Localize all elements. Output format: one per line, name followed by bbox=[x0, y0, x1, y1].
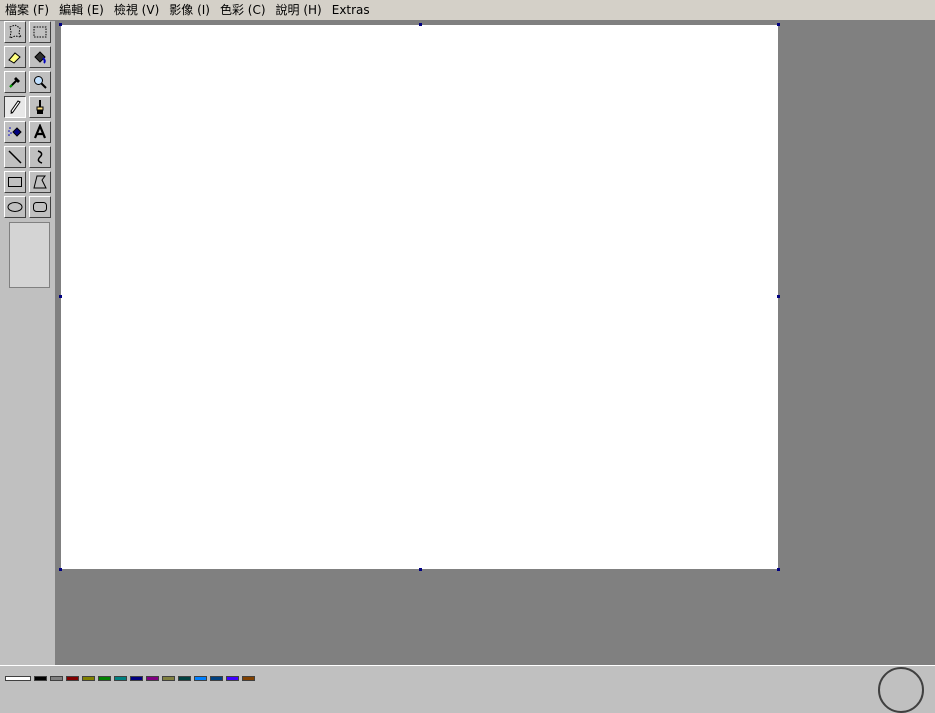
resize-handle bbox=[59, 23, 62, 26]
palette-swatch[interactable] bbox=[50, 676, 63, 681]
resize-handle-bottom[interactable] bbox=[419, 568, 422, 571]
rect-select-icon bbox=[33, 26, 47, 38]
palette-swatch[interactable] bbox=[194, 676, 207, 681]
line-icon bbox=[8, 150, 22, 164]
free-form-select-tool[interactable] bbox=[4, 21, 26, 43]
rounded-rectangle-icon bbox=[33, 202, 47, 212]
text-tool[interactable] bbox=[29, 121, 51, 143]
color-picker-tool[interactable] bbox=[4, 71, 26, 93]
polygon-tool[interactable] bbox=[29, 171, 51, 193]
menu-help[interactable]: 說明 (H) bbox=[271, 0, 327, 20]
tool-options-box[interactable] bbox=[9, 222, 50, 288]
palette-swatch[interactable] bbox=[130, 676, 143, 681]
resize-handle bbox=[59, 295, 62, 298]
ellipse-icon bbox=[7, 202, 23, 212]
curve-icon bbox=[37, 150, 43, 164]
palette-swatch[interactable] bbox=[146, 676, 159, 681]
palette-swatch[interactable] bbox=[162, 676, 175, 681]
palette-swatch[interactable] bbox=[114, 676, 127, 681]
resize-handle bbox=[777, 23, 780, 26]
rectangle-tool[interactable] bbox=[4, 171, 26, 193]
resize-handle bbox=[59, 568, 62, 571]
brush-icon bbox=[36, 100, 44, 114]
airbrush-tool[interactable] bbox=[4, 121, 26, 143]
fill-tool[interactable] bbox=[29, 46, 51, 68]
menu-extras[interactable]: Extras bbox=[327, 0, 375, 20]
palette-swatch[interactable] bbox=[226, 676, 239, 681]
resize-handle bbox=[419, 23, 422, 26]
palette-swatch[interactable] bbox=[210, 676, 223, 681]
eraser-icon bbox=[8, 52, 21, 64]
palette-swatch[interactable] bbox=[98, 676, 111, 681]
magnifier-icon bbox=[34, 76, 47, 89]
menu-view[interactable]: 檢視 (V) bbox=[109, 0, 164, 20]
palette-swatch[interactable] bbox=[34, 676, 47, 681]
workspace bbox=[56, 21, 935, 665]
palette-swatch[interactable] bbox=[178, 676, 191, 681]
resize-handle-corner[interactable] bbox=[777, 568, 780, 571]
eyedropper-icon bbox=[9, 77, 20, 88]
pencil-icon bbox=[10, 100, 21, 114]
free-form-select-icon bbox=[9, 24, 22, 39]
brush-tool[interactable] bbox=[29, 96, 51, 118]
status-indicator bbox=[878, 667, 924, 713]
toolbox bbox=[0, 21, 56, 665]
palette-swatch[interactable] bbox=[66, 676, 79, 681]
menu-bar: 檔案 (F) 編輯 (E) 檢視 (V) 影像 (I) 色彩 (C) 說明 (H… bbox=[0, 0, 935, 21]
polygon-icon bbox=[33, 175, 47, 189]
pencil-tool[interactable] bbox=[4, 96, 26, 118]
paint-bucket-icon bbox=[34, 51, 46, 64]
airbrush-icon bbox=[8, 127, 22, 137]
text-a-icon bbox=[33, 124, 47, 139]
resize-handle-right[interactable] bbox=[777, 295, 780, 298]
color-palette bbox=[0, 665, 935, 681]
current-colors-box[interactable] bbox=[5, 676, 31, 681]
menu-image[interactable]: 影像 (I) bbox=[164, 0, 215, 20]
rounded-rectangle-tool[interactable] bbox=[29, 196, 51, 218]
ellipse-tool[interactable] bbox=[4, 196, 26, 218]
menu-file[interactable]: 檔案 (F) bbox=[0, 0, 54, 20]
palette-swatch[interactable] bbox=[82, 676, 95, 681]
drawing-canvas[interactable] bbox=[61, 25, 778, 569]
rect-select-tool[interactable] bbox=[29, 21, 51, 43]
rectangle-icon bbox=[8, 177, 22, 187]
palette-swatch[interactable] bbox=[242, 676, 255, 681]
menu-colors[interactable]: 色彩 (C) bbox=[215, 0, 271, 20]
magnifier-tool[interactable] bbox=[29, 71, 51, 93]
menu-edit[interactable]: 編輯 (E) bbox=[54, 0, 109, 20]
line-tool[interactable] bbox=[4, 146, 26, 168]
eraser-tool[interactable] bbox=[4, 46, 26, 68]
curve-tool[interactable] bbox=[29, 146, 51, 168]
